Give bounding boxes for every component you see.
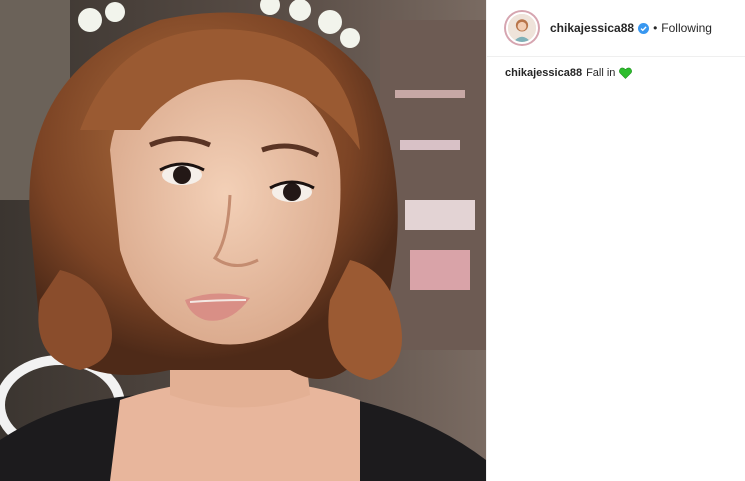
post-caption: chikajessica88 Fall in: [487, 57, 745, 79]
verified-badge-icon: [638, 22, 650, 34]
caption-text: Fall in: [586, 67, 616, 79]
post-header: chikajessica88 • Following: [487, 0, 745, 57]
separator-dot: •: [653, 21, 658, 35]
post-photo[interactable]: [0, 0, 486, 481]
avatar[interactable]: [504, 10, 540, 46]
avatar-image: [506, 12, 538, 44]
header-username[interactable]: chikajessica88: [550, 21, 634, 35]
green-heart-icon: [619, 67, 633, 79]
post-photo-image: [0, 0, 486, 481]
post-container: chikajessica88 • Following chikajessica8…: [0, 0, 745, 481]
caption-username[interactable]: chikajessica88: [505, 67, 582, 79]
following-button[interactable]: Following: [661, 21, 712, 35]
post-sidepanel: chikajessica88 • Following chikajessica8…: [486, 0, 745, 481]
